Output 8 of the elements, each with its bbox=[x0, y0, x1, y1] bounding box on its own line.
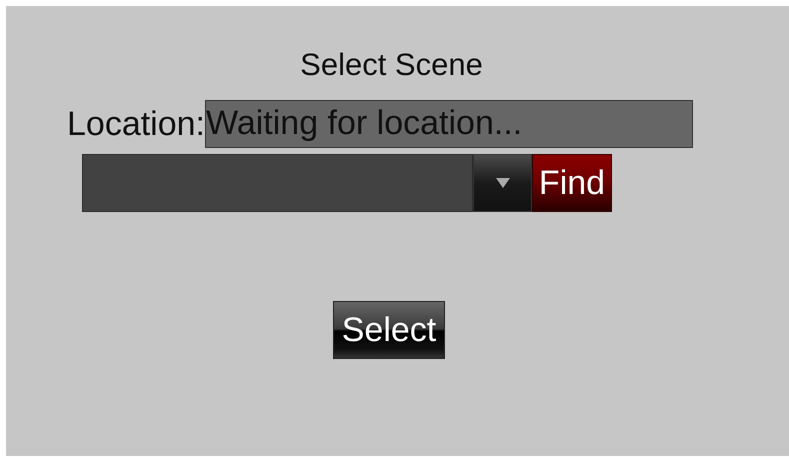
scene-dropdown-field[interactable] bbox=[82, 154, 473, 212]
location-label: Location: bbox=[67, 104, 205, 144]
dialog-title: Select Scene bbox=[300, 46, 483, 84]
dropdown-button[interactable] bbox=[473, 154, 532, 212]
caret-icon bbox=[496, 178, 510, 188]
find-button[interactable]: Find bbox=[532, 154, 612, 212]
location-field: Waiting for location... bbox=[205, 100, 693, 148]
select-button[interactable]: Select bbox=[333, 301, 445, 359]
